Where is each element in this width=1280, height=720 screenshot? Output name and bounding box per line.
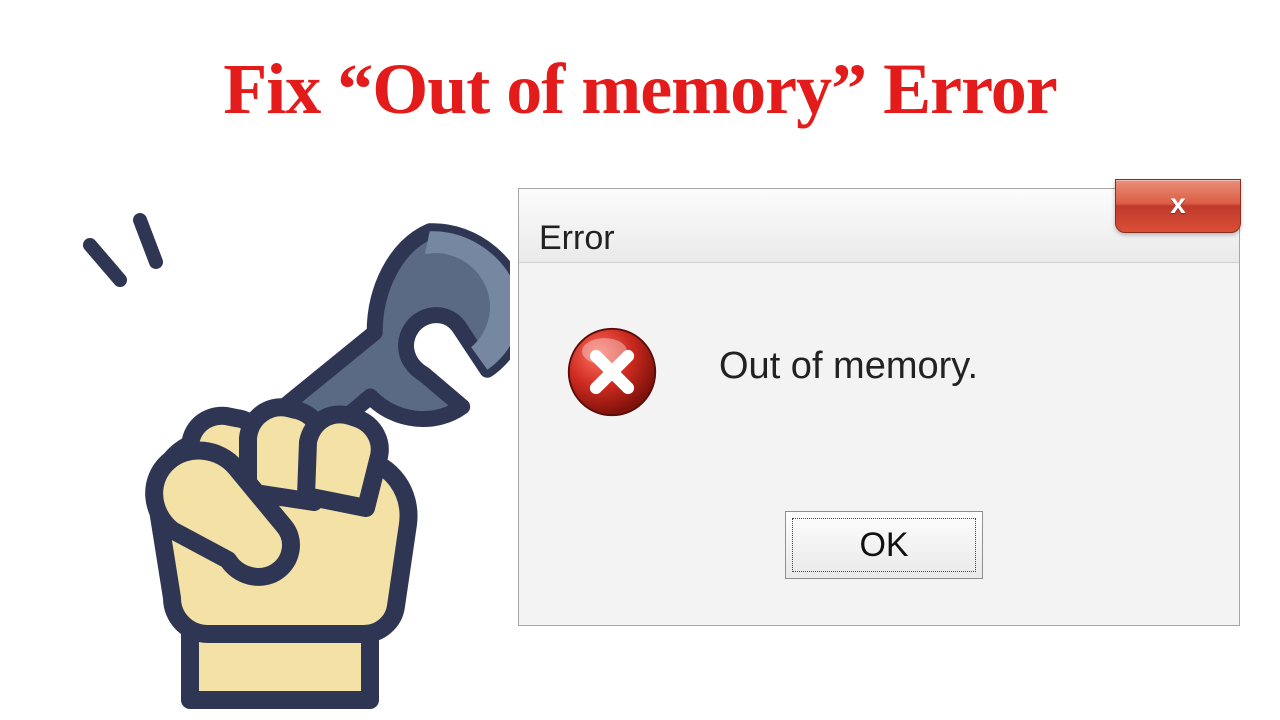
dialog-body: Out of memory. OK (519, 263, 1239, 625)
ok-button[interactable]: OK (785, 511, 983, 579)
ok-button-label: OK (859, 526, 908, 565)
dialog-titlebar: Error x (519, 189, 1239, 263)
hand-wrench-illustration (40, 190, 510, 710)
page-headline: Fix “Out of memory” Error (0, 48, 1280, 131)
dialog-title: Error (539, 219, 615, 258)
error-dialog: Error x Out o (518, 188, 1240, 626)
close-icon: x (1170, 188, 1186, 220)
error-icon (565, 325, 659, 419)
close-button[interactable]: x (1115, 179, 1241, 233)
dialog-message: Out of memory. (719, 345, 978, 388)
